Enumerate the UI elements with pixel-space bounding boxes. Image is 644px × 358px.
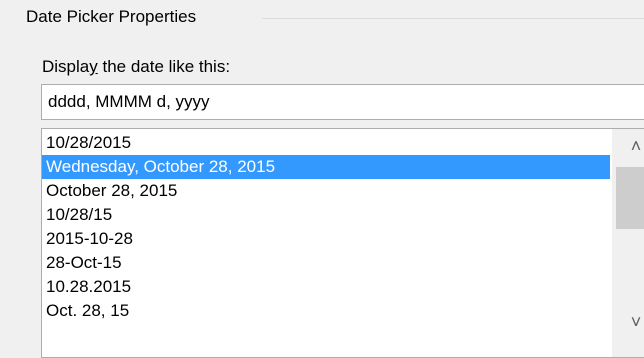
group-title: Date Picker Properties xyxy=(26,6,209,28)
list-item[interactable]: October 28, 2015 xyxy=(42,179,610,203)
date-format-listbox[interactable]: 10/28/2015 Wednesday, October 28, 2015 Oct… xyxy=(41,128,644,358)
label-part1: Displa xyxy=(42,57,90,76)
date-format-input[interactable] xyxy=(41,84,644,120)
list-item[interactable]: 10/28/15 xyxy=(42,203,610,227)
listbox-scrollbar[interactable]: ˄ ˅ xyxy=(612,129,644,357)
list-item[interactable]: 2015-10-28 xyxy=(42,227,610,251)
scrollbar-thumb[interactable] xyxy=(616,167,644,229)
list-item[interactable]: 28-Oct-15 xyxy=(42,251,610,275)
list-item[interactable]: 10/28/2015 xyxy=(42,131,610,155)
access-key: y xyxy=(89,57,98,76)
date-format-options: 10/28/2015 Wednesday, October 28, 2015 Oct… xyxy=(42,131,610,323)
chevron-up-icon[interactable]: ˄ xyxy=(612,129,644,163)
display-format-label: Display the date like this: xyxy=(42,56,230,78)
list-item-selected[interactable]: Wednesday, October 28, 2015 xyxy=(42,155,610,179)
label-part2: the date like this: xyxy=(97,57,231,76)
chevron-down-icon[interactable]: ˅ xyxy=(612,305,644,339)
list-item[interactable]: 10.28.2015 xyxy=(42,275,610,299)
list-item[interactable]: Oct. 28, 15 xyxy=(42,299,610,323)
group-divider xyxy=(262,18,644,19)
